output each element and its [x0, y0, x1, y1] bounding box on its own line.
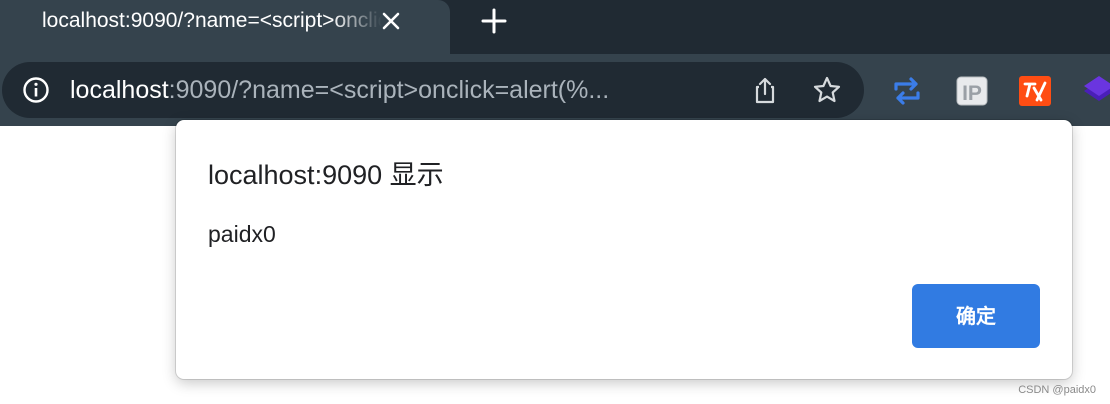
dialog-message: paidx0 [208, 221, 276, 247]
info-icon[interactable] [22, 76, 50, 104]
browser-toolbar: localhost:9090/?name=<script>onclick=ale… [0, 54, 1110, 126]
bookmark-star-icon[interactable] [812, 75, 842, 105]
layers-icon[interactable] [1082, 74, 1110, 108]
watermark: CSDN @paidx0 [1018, 384, 1096, 396]
translate-icon[interactable] [1018, 74, 1052, 108]
url-path: :9090/?name=<script>onclick=alert(%... [168, 76, 610, 104]
sync-arrows-icon[interactable] [890, 74, 924, 108]
tab-title: localhost:9090/?name=<script>onclick=ale… [42, 9, 382, 32]
ok-button[interactable]: 确定 [912, 284, 1040, 348]
url-host: localhost [70, 76, 169, 104]
close-icon[interactable] [379, 9, 403, 33]
new-tab-plus-icon[interactable] [480, 7, 508, 35]
address-bar[interactable]: localhost:9090/?name=<script>onclick=ale… [2, 62, 864, 118]
alert-dialog: localhost:9090 显示 paidx0 确定 [176, 120, 1072, 379]
url-text[interactable]: localhost:9090/?name=<script>onclick=ale… [70, 76, 730, 104]
tab-strip: localhost:9090/?name=<script>onclick=ale… [0, 0, 1110, 54]
share-icon[interactable] [750, 75, 780, 105]
ip-icon-label: IP [962, 82, 982, 105]
active-tab[interactable]: localhost:9090/?name=<script>onclick=ale… [0, 0, 450, 54]
ip-icon[interactable]: IP [955, 74, 989, 108]
dialog-title: localhost:9090 显示 [208, 160, 444, 190]
